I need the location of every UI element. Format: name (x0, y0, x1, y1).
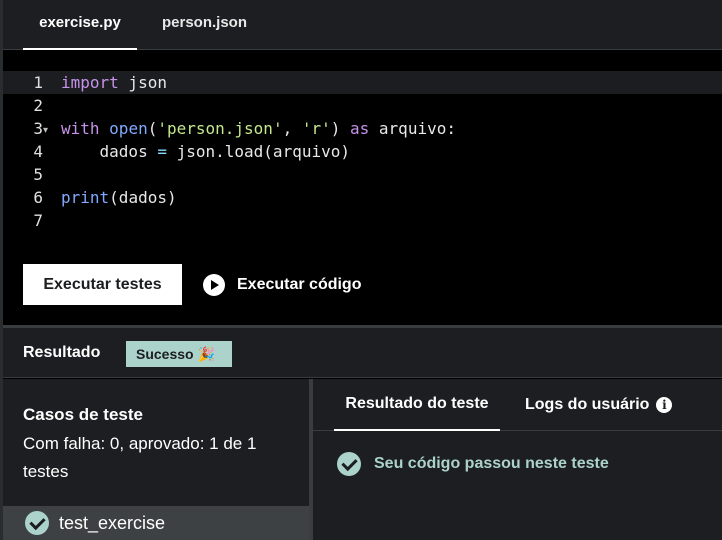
code-token: = (157, 142, 167, 161)
tab-user-logs[interactable]: Logs do usuário i (525, 379, 673, 431)
code-token: arquivo: (369, 119, 456, 138)
tab-exercise-py[interactable]: exercise.py (23, 0, 137, 50)
code-token: (dados) (109, 188, 177, 207)
code-line-6: print(dados) (61, 186, 177, 209)
code-line-4: dados = json.load(arquivo) (61, 140, 350, 163)
tab-test-result[interactable]: Resultado do teste (334, 379, 500, 431)
result-title: Resultado (23, 344, 101, 361)
file-tabs: exercise.py person.json (3, 0, 722, 50)
code-token: ) (330, 119, 351, 138)
check-circle-icon (25, 511, 49, 535)
result-tabs: Resultado do teste Logs do usuário i (313, 379, 722, 431)
code-token: open (109, 119, 148, 138)
code-token: 'r' (301, 119, 331, 138)
result-header: Resultado Sucesso 🎉 (3, 328, 722, 378)
test-cases-summary: Com falha: 0, aprovado: 1 de 1 testes (23, 434, 257, 481)
check-circle-icon (337, 452, 361, 476)
tab-person-json[interactable]: person.json (162, 0, 262, 50)
line-number: 7 (33, 211, 43, 230)
code-token: , (282, 119, 302, 138)
code-token: json.load(arquivo) (166, 142, 350, 161)
code-token: as (350, 119, 370, 138)
test-cases-title: Casos de teste (23, 405, 143, 424)
code-line-1: import json (61, 71, 167, 94)
line-number: 1 (33, 73, 43, 92)
fold-arrow-icon[interactable]: ▾ (43, 119, 48, 142)
code-editor[interactable]: 1 2 3 4 5 6 7 ▾ import json with open('p… (3, 51, 722, 241)
run-tests-button[interactable]: Executar testes (23, 264, 182, 305)
code-line-3: with open('person.json', 'r') as arquivo… (61, 117, 456, 140)
code-token: import (61, 73, 119, 92)
pass-message-row: Seu código passou neste teste (337, 452, 609, 476)
code-token: with (61, 119, 100, 138)
line-number: 2 (33, 96, 43, 115)
code-token: print (61, 188, 110, 207)
run-toolbar: Executar testes Executar código (3, 241, 722, 325)
pass-message: Seu código passou neste teste (374, 455, 609, 472)
test-case-item[interactable]: test_exercise (3, 506, 309, 540)
line-number: 4 (33, 142, 43, 161)
run-code-label: Executar código (237, 275, 362, 293)
line-number: 5 (33, 165, 43, 184)
code-token: ( (147, 119, 158, 138)
code-token: dados (61, 142, 158, 161)
code-token: 'person.json' (157, 119, 283, 138)
code-token: json (118, 73, 167, 92)
test-result-panel: Resultado do teste Logs do usuário i Seu… (313, 379, 722, 540)
line-number: 3 (33, 119, 43, 138)
tab-user-logs-label: Logs do usuário (525, 396, 650, 413)
play-icon (203, 273, 225, 296)
line-number: 6 (33, 188, 43, 207)
run-code-button[interactable]: Executar código (203, 264, 361, 305)
status-badge: Sucesso 🎉 (126, 341, 232, 367)
test-case-name: test_exercise (59, 512, 166, 533)
info-icon[interactable]: i (656, 397, 673, 413)
